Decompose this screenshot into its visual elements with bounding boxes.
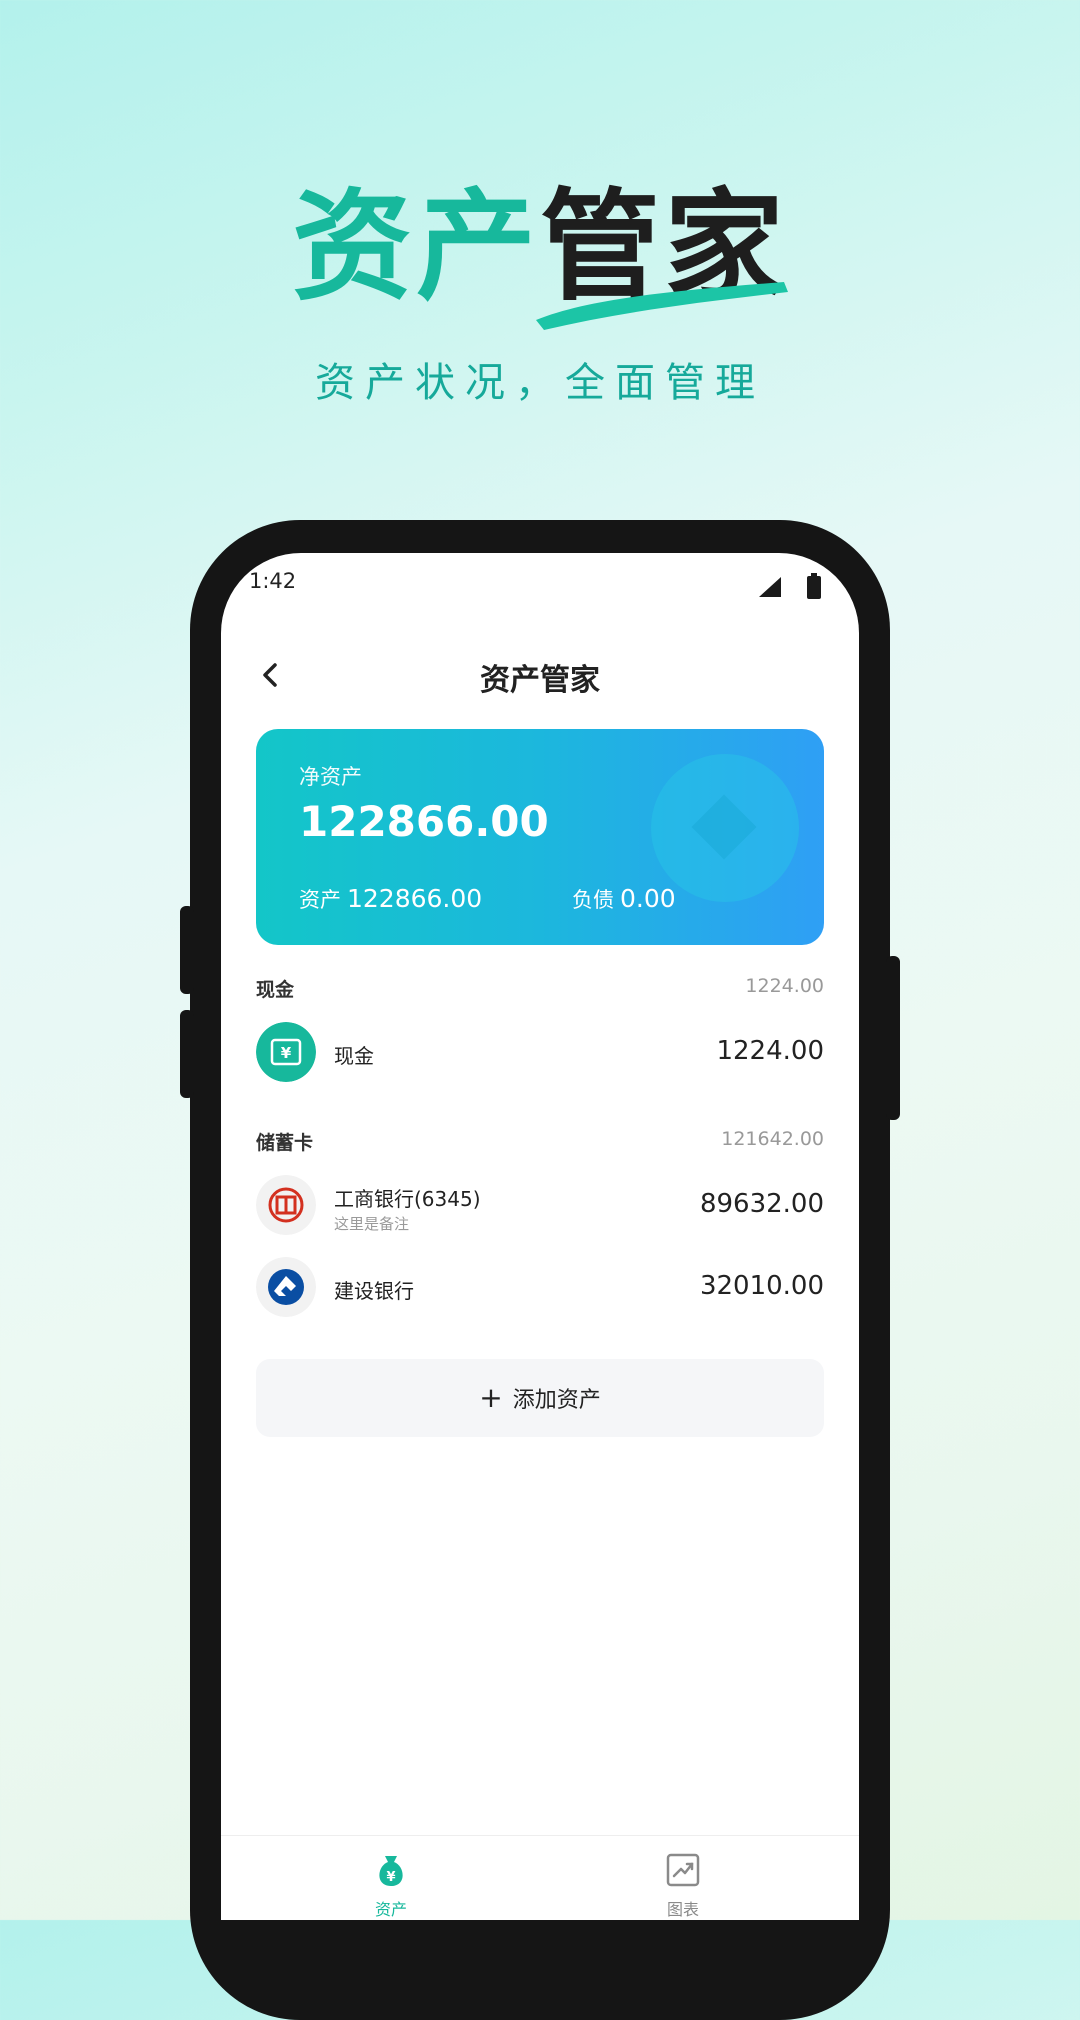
section-total: 1224.00 [745, 975, 824, 997]
nav-bar: 资产管家 [221, 643, 859, 703]
liabilities-label: 负债 [572, 888, 614, 912]
icbc-bank-icon [256, 1175, 316, 1235]
asset-name: 工商银行(6345) [334, 1187, 481, 1211]
add-asset-label: 添加资产 [512, 1388, 601, 1413]
ccb-bank-icon [256, 1257, 316, 1317]
tab-chart[interactable]: 图表 [623, 1850, 743, 1920]
svg-text:¥: ¥ [281, 1044, 292, 1062]
money-bag-icon: ¥ [379, 1856, 403, 1886]
phone-volume-up-button [180, 906, 194, 994]
asset-name: 现金 [334, 1044, 374, 1068]
section-header-cash: 现金 1224.00 [256, 975, 824, 1005]
svg-text:¥: ¥ [386, 1870, 395, 1885]
tab-assets[interactable]: ¥ 资产 [331, 1850, 451, 1920]
asset-item-cash[interactable]: ¥ 现金 1224.00 [256, 1022, 824, 1086]
phone-volume-down-button [180, 1010, 194, 1098]
asset-note: 这里是备注 [334, 1215, 410, 1233]
asset-amount: 1224.00 [716, 1036, 824, 1066]
assets-label: 资产 [299, 888, 341, 912]
trend-chart-icon [666, 1853, 700, 1887]
asset-item-icbc[interactable]: 工商银行(6345) 这里是备注 89632.00 [256, 1175, 824, 1239]
assets-summary: 资产 122866.00 [299, 884, 482, 914]
asset-name: 建设银行 [334, 1279, 414, 1303]
status-bar: 1:42 [249, 563, 831, 603]
net-asset-label: 净资产 [299, 765, 362, 789]
asset-item-ccb[interactable]: 建设银行 32010.00 [256, 1257, 824, 1321]
section-header-debit-card: 储蓄卡 121642.00 [256, 1128, 824, 1158]
section-name: 现金 [256, 979, 295, 1001]
section-total: 121642.00 [721, 1128, 824, 1150]
highlight-swoosh [536, 282, 788, 330]
phone-power-button [886, 956, 900, 1120]
bottom-tab-bar: ¥ 资产 图表 [221, 1835, 859, 1920]
net-asset-card[interactable]: 净资产 122866.00 资产 122866.00 负债 0.00 [256, 729, 824, 945]
asset-amount: 89632.00 [699, 1189, 824, 1219]
status-time: 1:42 [249, 569, 297, 593]
liabilities-value: 0.00 [620, 884, 676, 913]
assets-value: 122866.00 [347, 884, 483, 913]
hero-subtitle: 资产状况，全面管理 [315, 360, 765, 406]
signal-icon [759, 577, 781, 597]
asset-amount: 32010.00 [699, 1271, 824, 1301]
tab-label: 图表 [666, 1900, 699, 1919]
hero-title-part1: 资产 [292, 178, 540, 317]
battery-icon [807, 573, 821, 599]
cash-icon: ¥ [256, 1022, 316, 1082]
liabilities-summary: 负债 0.00 [572, 884, 676, 914]
plus-icon: + [479, 1381, 503, 1414]
tab-label: 资产 [374, 1900, 407, 1919]
add-asset-button[interactable]: + 添加资产 [256, 1359, 824, 1437]
net-asset-value: 122866.00 [299, 797, 549, 846]
section-name: 储蓄卡 [256, 1132, 314, 1154]
page-title: 资产管家 [480, 663, 600, 698]
app-screen: 1:42 资产管家 净资产 122866.00 资产 122866.00 负债 0.… [221, 553, 859, 1920]
